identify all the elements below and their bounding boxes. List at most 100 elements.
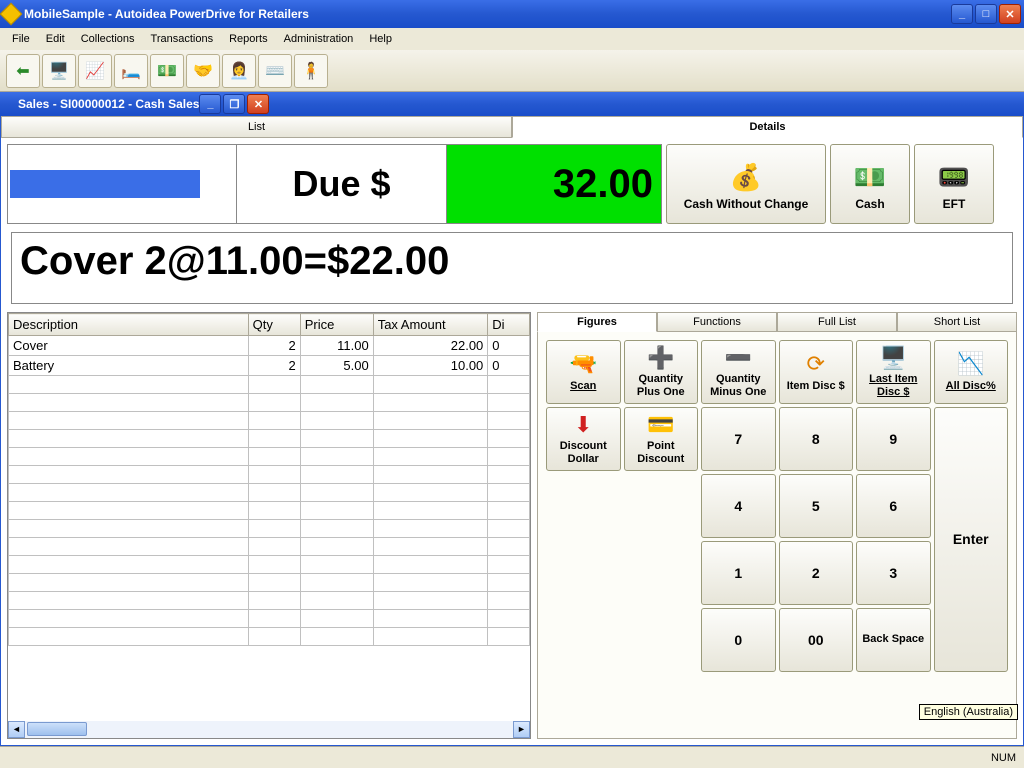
- menu-administration[interactable]: Administration: [276, 31, 362, 47]
- table-row[interactable]: Battery 2 5.00 10.00 0: [9, 356, 530, 376]
- scroll-thumb[interactable]: [27, 722, 87, 736]
- pos-icon[interactable]: 🖥️: [42, 54, 76, 88]
- key-0[interactable]: 0: [701, 608, 776, 672]
- subtab-full-list[interactable]: Full List: [777, 312, 897, 332]
- language-tooltip: English (Australia): [919, 704, 1018, 720]
- money-icon[interactable]: 💵: [150, 54, 184, 88]
- main-title: MobileSample - Autoidea PowerDrive for R…: [24, 7, 309, 21]
- scanner-icon: 🔫: [570, 351, 597, 377]
- cash-label: Cash: [855, 197, 884, 211]
- main-titlebar: MobileSample - Autoidea PowerDrive for R…: [0, 0, 1024, 28]
- statusbar: NUM: [0, 746, 1024, 768]
- hands-icon[interactable]: 🤝: [186, 54, 220, 88]
- subtab-short-list[interactable]: Short List: [897, 312, 1017, 332]
- key-2[interactable]: 2: [779, 541, 854, 605]
- item-disc-dollar-button[interactable]: ⟳Item Disc $: [779, 340, 854, 404]
- sales-title: Sales - SI00000012 - Cash Sales: [18, 97, 199, 111]
- keyboard-icon[interactable]: ⌨️: [258, 54, 292, 88]
- due-label: Due $: [237, 144, 447, 224]
- menu-edit[interactable]: Edit: [38, 31, 73, 47]
- cash-without-change-button[interactable]: 💰 Cash Without Change: [666, 144, 826, 224]
- menu-file[interactable]: File: [4, 31, 38, 47]
- tab-list[interactable]: List: [1, 116, 512, 138]
- horizontal-scrollbar[interactable]: ◄ ►: [8, 721, 530, 738]
- scroll-left-button[interactable]: ◄: [8, 721, 25, 738]
- eft-terminal-icon: 📟: [938, 157, 970, 197]
- col-description[interactable]: Description: [9, 314, 249, 336]
- menu-collections[interactable]: Collections: [73, 31, 143, 47]
- due-amount: 32.00: [447, 144, 662, 224]
- toolbar: ⬅ 🖥️ 📈 🛏️ 💵 🤝 👩‍💼 ⌨️ 🧍: [0, 50, 1024, 92]
- scroll-right-button[interactable]: ►: [513, 721, 530, 738]
- minus-icon: ➖: [725, 345, 752, 371]
- close-button[interactable]: ✕: [999, 4, 1021, 24]
- qty-minus-button[interactable]: ➖Quantity Minus One: [701, 340, 776, 404]
- last-item-disc-dollar-button[interactable]: 🖥️Last Item Disc $: [856, 340, 931, 404]
- col-tax-amount[interactable]: Tax Amount: [373, 314, 488, 336]
- items-table[interactable]: Description Qty Price Tax Amount Di Cove…: [8, 313, 530, 646]
- eft-button[interactable]: 📟 EFT: [914, 144, 994, 224]
- child-minimize-button[interactable]: _: [199, 94, 221, 114]
- subtab-figures[interactable]: Figures: [537, 312, 657, 332]
- chart-icon[interactable]: 📈: [78, 54, 112, 88]
- support-icon[interactable]: 👩‍💼: [222, 54, 256, 88]
- menubar: File Edit Collections Transactions Repor…: [0, 28, 1024, 50]
- menu-help[interactable]: Help: [361, 31, 400, 47]
- back-button[interactable]: ⬅: [6, 54, 40, 88]
- key-4[interactable]: 4: [701, 474, 776, 538]
- key-enter[interactable]: Enter: [934, 407, 1009, 672]
- app-icon: [0, 3, 22, 26]
- bed-icon[interactable]: 🛏️: [114, 54, 148, 88]
- qty-plus-button[interactable]: ➕Quantity Plus One: [624, 340, 699, 404]
- table-row[interactable]: Cover 2 11.00 22.00 0: [9, 336, 530, 356]
- key-8[interactable]: 8: [779, 407, 854, 471]
- col-di[interactable]: Di: [488, 314, 530, 336]
- items-table-wrap: Description Qty Price Tax Amount Di Cove…: [7, 312, 531, 739]
- key-backspace[interactable]: Back Space: [856, 608, 931, 672]
- monitor-icon: 🖥️: [880, 345, 907, 371]
- top-tabs: List Details: [1, 116, 1023, 138]
- sales-titlebar: Sales - SI00000012 - Cash Sales _ ❐ ✕: [0, 92, 1024, 116]
- sales-icon: [4, 97, 18, 111]
- key-1[interactable]: 1: [701, 541, 776, 605]
- current-item-display: Cover 2@11.00=$22.00: [11, 232, 1013, 304]
- status-num: NUM: [991, 752, 1016, 764]
- eft-label: EFT: [943, 197, 966, 211]
- mdi-area: Sales - SI00000012 - Cash Sales _ ❐ ✕ Li…: [0, 92, 1024, 746]
- key-00[interactable]: 00: [779, 608, 854, 672]
- chart-down-icon: 📉: [957, 351, 984, 377]
- person-icon[interactable]: 🧍: [294, 54, 328, 88]
- refresh-icon: ⟳: [807, 351, 825, 377]
- all-disc-pct-button[interactable]: 📉All Disc%: [934, 340, 1009, 404]
- money-bag-icon: 💰: [730, 157, 762, 197]
- maximize-button[interactable]: □: [975, 4, 997, 24]
- cash-button[interactable]: 💵 Cash: [830, 144, 910, 224]
- subtab-functions[interactable]: Functions: [657, 312, 777, 332]
- card-icon: 💳: [647, 412, 674, 438]
- scan-button[interactable]: 🔫Scan: [546, 340, 621, 404]
- col-qty[interactable]: Qty: [248, 314, 300, 336]
- key-7[interactable]: 7: [701, 407, 776, 471]
- arrow-down-icon: ⬇: [574, 412, 592, 438]
- cash-without-change-label: Cash Without Change: [684, 197, 809, 211]
- due-row: Due $ 32.00 💰 Cash Without Change 💵 Cash…: [1, 138, 1023, 224]
- minimize-button[interactable]: _: [951, 4, 973, 24]
- key-6[interactable]: 6: [856, 474, 931, 538]
- key-5[interactable]: 5: [779, 474, 854, 538]
- main-window: MobileSample - Autoidea PowerDrive for R…: [0, 0, 1024, 768]
- cash-icon: 💵: [854, 157, 886, 197]
- key-9[interactable]: 9: [856, 407, 931, 471]
- discount-dollar-button[interactable]: ⬇Discount Dollar: [546, 407, 621, 471]
- keypad-pane: Figures Functions Full List Short List 🔫…: [537, 312, 1017, 739]
- menu-reports[interactable]: Reports: [221, 31, 276, 47]
- col-price[interactable]: Price: [300, 314, 373, 336]
- progress-bar: [7, 144, 237, 224]
- child-close-button[interactable]: ✕: [247, 94, 269, 114]
- tab-details[interactable]: Details: [512, 116, 1023, 138]
- sales-window: Sales - SI00000012 - Cash Sales _ ❐ ✕ Li…: [0, 92, 1024, 746]
- child-restore-button[interactable]: ❐: [223, 94, 245, 114]
- menu-transactions[interactable]: Transactions: [143, 31, 222, 47]
- plus-icon: ➕: [647, 345, 674, 371]
- key-3[interactable]: 3: [856, 541, 931, 605]
- point-discount-button[interactable]: 💳Point Discount: [624, 407, 699, 471]
